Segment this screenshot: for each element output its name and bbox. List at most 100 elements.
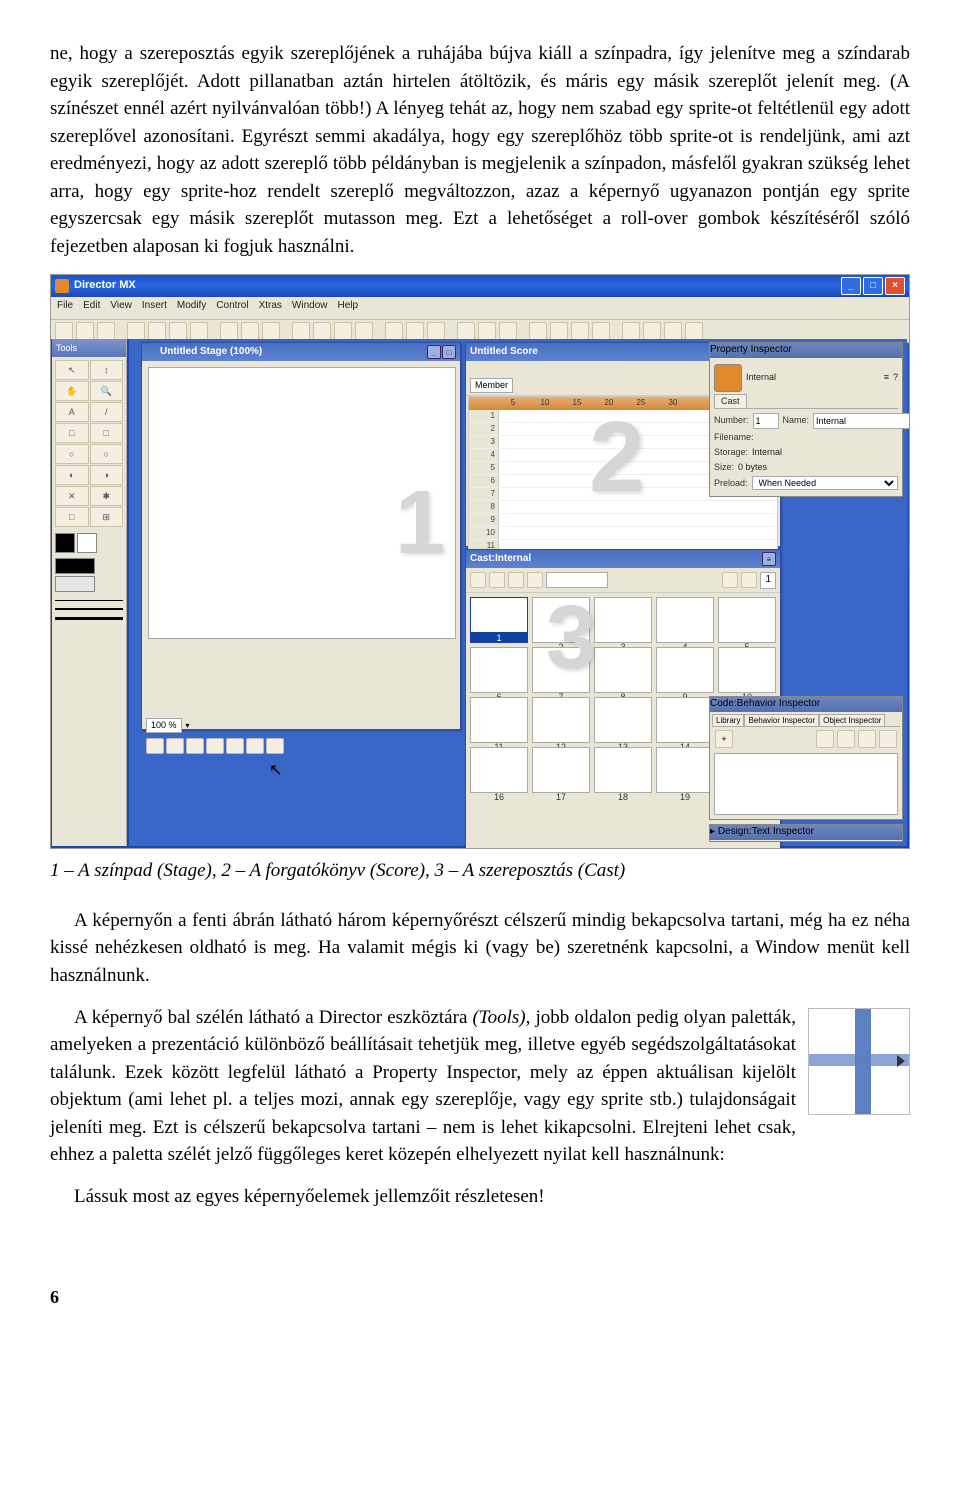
tool-6[interactable]: □	[55, 423, 89, 443]
bi-tab-1[interactable]: Behavior Inspector	[744, 714, 819, 727]
window-maximize-button[interactable]: □	[863, 277, 883, 295]
pi-tab-cast[interactable]: Cast	[714, 394, 747, 408]
background-color-swatch[interactable]	[77, 533, 97, 553]
cast-cell-17[interactable]: 17	[532, 747, 590, 793]
bi-tab-0[interactable]: Library	[712, 714, 744, 727]
cast-cell-7[interactable]: 7	[532, 647, 590, 693]
tool-10[interactable]: ◐	[55, 465, 89, 485]
toolbar-button-27[interactable]	[685, 322, 703, 340]
toolbar-button-19[interactable]	[499, 322, 517, 340]
cast-cell-13[interactable]: 13	[594, 697, 652, 743]
toolbar-button-4[interactable]	[148, 322, 166, 340]
toolbar-button-21[interactable]	[550, 322, 568, 340]
window-minimize-button[interactable]: _	[841, 277, 861, 295]
pi-preload-select[interactable]: When Needed	[752, 476, 898, 490]
menu-bar[interactable]: File Edit View Insert Modify Control Xtras Wind…	[51, 297, 909, 320]
stage-maximize-button[interactable]: □	[442, 345, 456, 359]
cast-cell-6[interactable]: 6	[470, 647, 528, 693]
stage-canvas[interactable]: 1	[148, 367, 456, 639]
design-text-inspector-panel[interactable]: ▸ Design:Text Inspector	[709, 824, 903, 842]
toolbar-button-20[interactable]	[529, 322, 547, 340]
toolbar-button-24[interactable]	[622, 322, 640, 340]
tool-0[interactable]: ↖	[55, 360, 89, 380]
toolbar-button-11[interactable]	[313, 322, 331, 340]
tool-4[interactable]: A	[55, 402, 89, 422]
toolbar-button-6[interactable]	[190, 322, 208, 340]
cast-cell-8[interactable]: 8	[594, 647, 652, 693]
cast-cell-2[interactable]: 2	[532, 597, 590, 643]
toolbar-button-14[interactable]	[385, 322, 403, 340]
step-forward-button[interactable]	[226, 738, 244, 754]
tool-14[interactable]: □	[55, 507, 89, 527]
tool-13[interactable]: ✱	[90, 486, 124, 506]
toolbar-button-10[interactable]	[292, 322, 310, 340]
tool-8[interactable]: ○	[55, 444, 89, 464]
cast-cell-11[interactable]: 11	[470, 697, 528, 743]
cast-view-grid-button[interactable]	[470, 572, 486, 588]
toolbar-button-26[interactable]	[664, 322, 682, 340]
cast-cell-4[interactable]: 4	[656, 597, 714, 643]
bi-tool-2[interactable]	[837, 730, 855, 748]
cast-prev-button[interactable]	[508, 572, 524, 588]
cast-cell-18[interactable]: 18	[594, 747, 652, 793]
toolbar-button-25[interactable]	[643, 322, 661, 340]
tool-11[interactable]: ◑	[90, 465, 124, 485]
cast-next-button[interactable]	[527, 572, 543, 588]
cast-cell-16[interactable]: 16	[470, 747, 528, 793]
menu-view[interactable]: View	[110, 299, 132, 317]
bi-add-button[interactable]: +	[715, 730, 733, 748]
zoom-dropdown-icon[interactable]: ▾	[186, 720, 190, 732]
cast-cell-12[interactable]: 12	[532, 697, 590, 743]
step-back-button[interactable]	[206, 738, 224, 754]
bi-tool-1[interactable]	[816, 730, 834, 748]
toolbar-button-2[interactable]	[97, 322, 115, 340]
line-weight-picker[interactable]	[52, 594, 126, 630]
cast-name-field[interactable]	[546, 572, 608, 588]
bi-up-button[interactable]	[858, 730, 876, 748]
menu-modify[interactable]: Modify	[177, 299, 206, 317]
toolbar-button-1[interactable]	[76, 322, 94, 340]
volume-button[interactable]	[246, 738, 264, 754]
toolbar-button-9[interactable]	[262, 322, 280, 340]
menu-file[interactable]: File	[57, 299, 73, 317]
cast-cell-14[interactable]: 14	[656, 697, 714, 743]
toolbar-button-0[interactable]	[55, 322, 73, 340]
pi-number-field[interactable]	[753, 413, 779, 429]
bi-down-button[interactable]	[879, 730, 897, 748]
window-close-button[interactable]: ×	[885, 277, 905, 295]
stop-button[interactable]	[166, 738, 184, 754]
play-button[interactable]	[186, 738, 204, 754]
tool-9[interactable]: ○	[90, 444, 124, 464]
cast-cell-3[interactable]: 3	[594, 597, 652, 643]
tool-5[interactable]: /	[90, 402, 124, 422]
tool-12[interactable]: ✕	[55, 486, 89, 506]
cast-cell-19[interactable]: 19	[656, 747, 714, 793]
tool-2[interactable]: ✋	[55, 381, 89, 401]
cast-cell-9[interactable]: 9	[656, 647, 714, 693]
fill-none-swatch[interactable]	[55, 576, 95, 592]
cast-cell-1[interactable]: 1	[470, 597, 528, 643]
toolbar-button-23[interactable]	[592, 322, 610, 340]
loop-button[interactable]	[266, 738, 284, 754]
foreground-color-swatch[interactable]	[55, 533, 75, 553]
toolbar-button-8[interactable]	[241, 322, 259, 340]
list-view-icon[interactable]: ≡	[884, 371, 889, 384]
tool-1[interactable]: ↕	[90, 360, 124, 380]
stage-zoom[interactable]: 100 %	[146, 718, 182, 733]
toolbar-button-16[interactable]	[427, 322, 445, 340]
bi-tab-2[interactable]: Object Inspector	[819, 714, 885, 727]
menu-help[interactable]: Help	[338, 299, 359, 317]
toolbar-button-7[interactable]	[220, 322, 238, 340]
tool-3[interactable]: 🔍	[90, 381, 124, 401]
menu-window[interactable]: Window	[292, 299, 328, 317]
menu-xtras[interactable]: Xtras	[259, 299, 282, 317]
pi-name-field[interactable]	[813, 413, 909, 429]
toolbar-button-18[interactable]	[478, 322, 496, 340]
toolbar-button-15[interactable]	[406, 322, 424, 340]
toolbar-button-17[interactable]	[457, 322, 475, 340]
stage-minimize-button[interactable]: _	[427, 345, 441, 359]
help-icon[interactable]: ?	[893, 371, 898, 384]
menu-insert[interactable]: Insert	[142, 299, 167, 317]
menu-control[interactable]: Control	[216, 299, 248, 317]
menu-edit[interactable]: Edit	[83, 299, 100, 317]
